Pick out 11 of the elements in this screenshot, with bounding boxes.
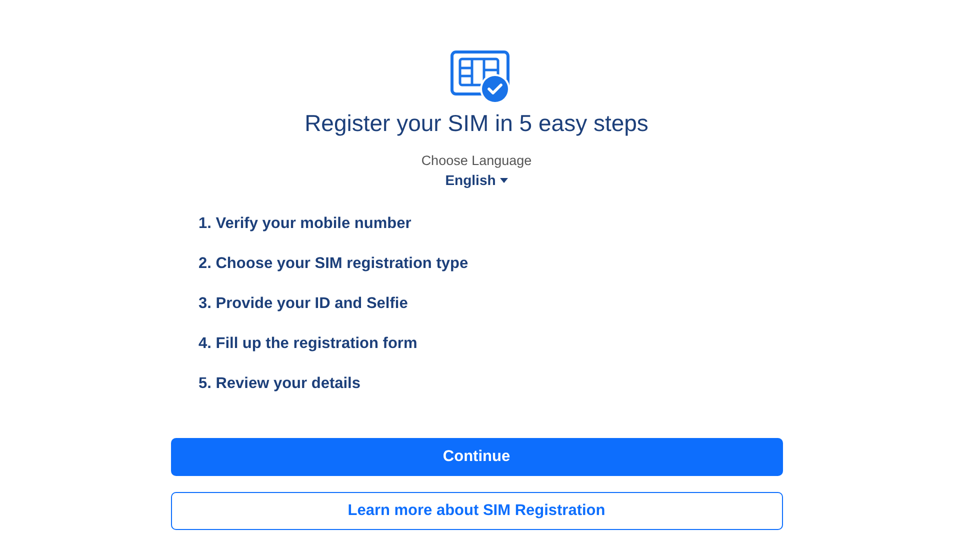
step-item: 3. Provide your ID and Selfie <box>198 294 409 314</box>
step-item: 4. Fill up the registration form <box>198 334 418 354</box>
language-label: Choose Language <box>421 153 532 168</box>
caret-icon <box>500 178 508 182</box>
continue-button[interactable]: Continue <box>170 438 782 476</box>
step-item: 1. Verify your mobile number <box>198 214 412 234</box>
step-item: 2. Choose your SIM registration type <box>198 254 470 274</box>
language-dropdown[interactable]: English <box>445 172 508 188</box>
learn-more-button[interactable]: Learn more about SIM Registration <box>170 492 782 530</box>
step-item: 5. Review your details <box>198 374 362 394</box>
page-title: Register your SIM in 5 easy steps <box>304 110 648 137</box>
